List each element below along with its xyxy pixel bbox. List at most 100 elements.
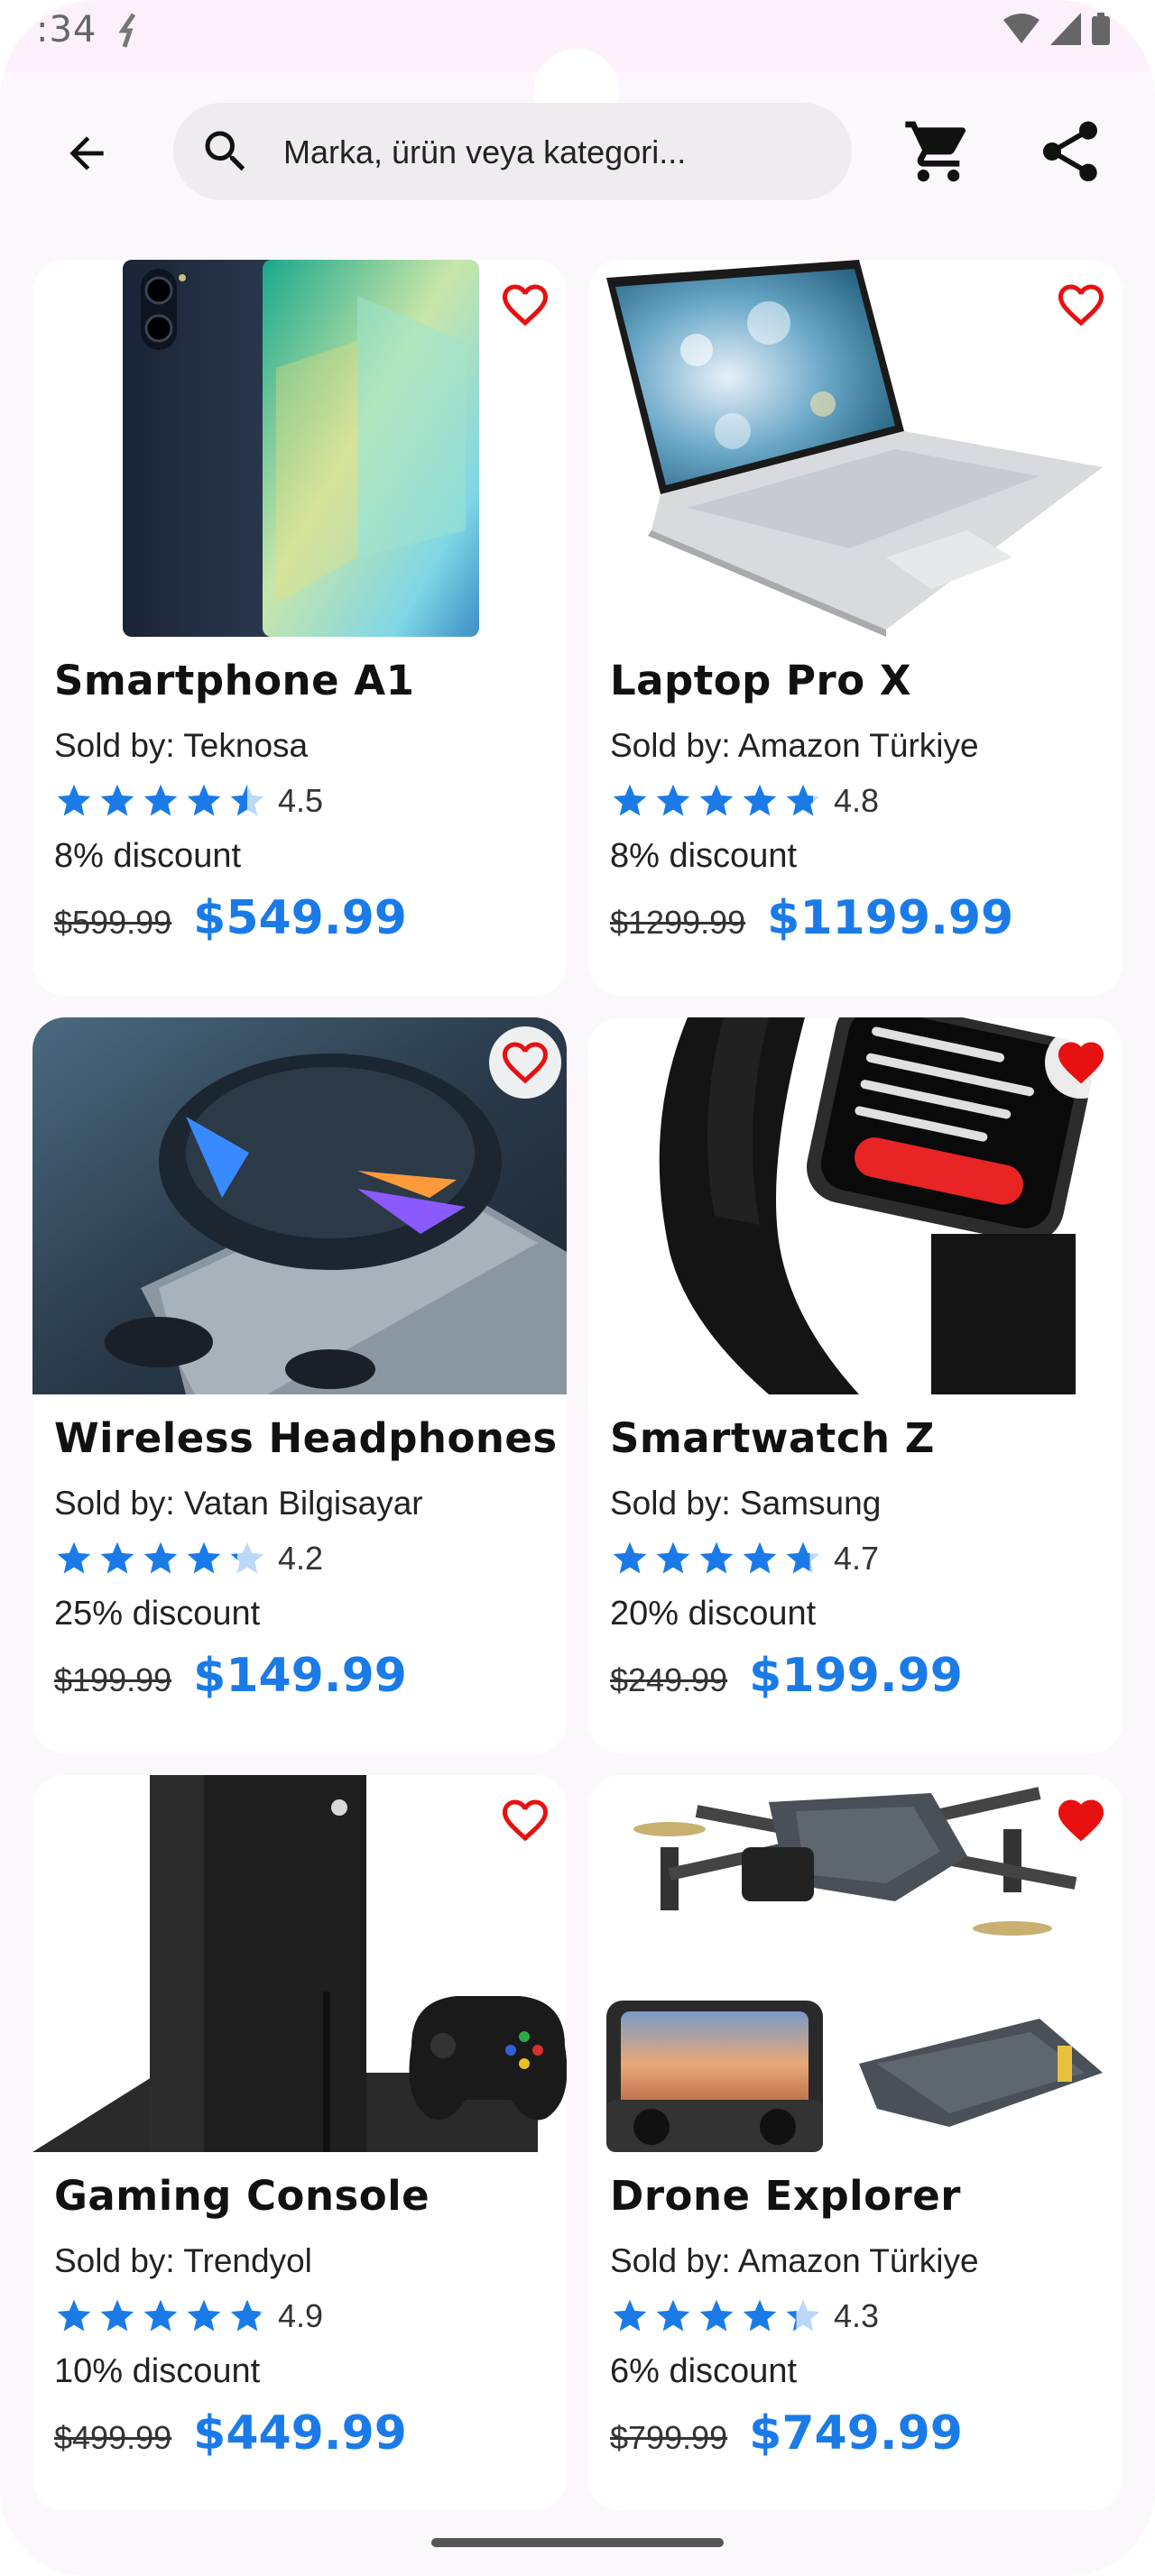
product-title: Wireless Headphones — [54, 1414, 558, 1462]
star-filled-icon — [743, 2299, 777, 2332]
discount-label: 25% discount — [54, 1595, 261, 1633]
sync-icon — [118, 13, 136, 48]
home-indicator[interactable] — [431, 2538, 724, 2547]
favorite-button[interactable] — [489, 1026, 561, 1099]
back-button[interactable] — [52, 119, 121, 188]
product-card-laptop[interactable]: Laptop Pro X Sold by: Amazon Türkiye 4.8… — [588, 260, 1123, 996]
rating-value: 4.7 — [834, 1540, 880, 1577]
star-half-icon — [230, 1541, 264, 1574]
drone-illustration — [588, 1775, 1123, 2152]
star-filled-icon — [656, 1541, 690, 1574]
star-filled-icon — [100, 1541, 134, 1574]
rating-row: 4.8 — [610, 781, 879, 821]
product-title: Smartphone A1 — [54, 657, 415, 704]
star-filled-icon — [100, 2299, 134, 2332]
star-filled-icon — [187, 784, 221, 816]
product-image-headphones[interactable] — [32, 1017, 567, 1394]
product-card-headphones[interactable]: Wireless Headphones Sold by: Vatan Bilgi… — [32, 1017, 567, 1753]
price-row: $249.99 $199.99 — [610, 1649, 963, 1703]
wifi-icon — [1003, 14, 1040, 43]
product-card-smartphone[interactable]: Smartphone A1 Sold by: Teknosa 4.5 8% di… — [32, 260, 567, 996]
discount-label: 6% discount — [610, 2352, 798, 2390]
product-seller: Sold by: Teknosa — [54, 727, 309, 764]
rating-value: 4.2 — [278, 1540, 324, 1577]
product-title: Laptop Pro X — [610, 657, 912, 704]
star-filled-icon — [656, 2299, 690, 2332]
star-filled-icon — [100, 784, 134, 816]
sale-price: $749.99 — [749, 2406, 963, 2461]
original-price: $499.99 — [54, 2419, 172, 2456]
sale-price: $149.99 — [193, 1649, 407, 1703]
heart-outline-icon — [503, 284, 548, 327]
laptop-illustration — [588, 260, 1123, 637]
sale-price: $549.99 — [193, 891, 407, 945]
product-image-laptop[interactable] — [588, 260, 1123, 637]
rating-value: 4.5 — [278, 782, 324, 819]
rating-row: 4.2 — [54, 1539, 323, 1578]
star-filled-icon — [143, 784, 178, 816]
product-image-smartphone[interactable] — [32, 260, 567, 637]
phone-screen: :34 Marka, ürün veya kategori... Smartph… — [0, 0, 1155, 2576]
product-image-gaming-console[interactable] — [32, 1775, 567, 2152]
price-row: $199.99 $149.99 — [54, 1649, 407, 1703]
rating-row: 4.5 — [54, 781, 323, 821]
star-filled-icon — [699, 1541, 734, 1574]
price-row: $1299.99 $1199.99 — [610, 891, 1013, 945]
star-filled-icon — [187, 1541, 221, 1574]
rating-row: 4.9 — [54, 2296, 323, 2336]
rating-value: 4.8 — [834, 782, 880, 819]
search-bar[interactable] — [173, 103, 852, 202]
star-filled-icon — [613, 1541, 647, 1574]
search-input[interactable] — [282, 103, 827, 202]
favorite-button[interactable] — [1045, 1784, 1117, 1856]
product-title: Gaming Console — [54, 2172, 430, 2220]
star-filled-icon — [613, 784, 647, 816]
star-filled-icon — [656, 784, 690, 816]
headphones-illustration — [32, 1017, 567, 1394]
arrow-back-icon — [69, 136, 104, 170]
favorite-button[interactable] — [489, 269, 561, 341]
shopping-cart-icon — [905, 121, 966, 182]
favorite-button[interactable] — [1045, 269, 1117, 341]
star-filled-icon — [143, 1541, 178, 1574]
cart-button[interactable] — [902, 115, 975, 188]
product-card-drone[interactable]: Drone Explorer Sold by: Amazon Türkiye 4… — [588, 1775, 1123, 2511]
discount-label: 8% discount — [54, 837, 242, 875]
smartwatch-illustration — [588, 1017, 1123, 1394]
star-filled-icon — [613, 2299, 647, 2332]
star-half-icon — [230, 2299, 264, 2332]
rating-value: 4.9 — [278, 2297, 324, 2334]
star-filled-icon — [699, 2299, 734, 2332]
price-row: $799.99 $749.99 — [610, 2406, 963, 2461]
gaming-console-illustration — [32, 1775, 567, 2152]
heart-outline-icon — [503, 1799, 548, 1842]
product-seller: Sold by: Trendyol — [54, 2242, 312, 2279]
product-card-smartwatch[interactable]: Smartwatch Z Sold by: Samsung 4.7 20% di… — [588, 1017, 1123, 1753]
star-half-icon — [786, 1541, 820, 1574]
star-filled-icon — [743, 784, 777, 816]
product-card-gaming-console[interactable]: Gaming Console Sold by: Trendyol 4.9 10%… — [32, 1775, 567, 2511]
discount-label: 8% discount — [610, 837, 798, 875]
product-image-smartwatch[interactable] — [588, 1017, 1123, 1394]
favorite-button[interactable] — [489, 1784, 561, 1856]
original-price: $1299.99 — [610, 904, 746, 941]
product-title: Smartwatch Z — [610, 1414, 935, 1462]
rating-row: 4.7 — [610, 1539, 879, 1578]
original-price: $799.99 — [610, 2419, 728, 2456]
favorite-button[interactable] — [1045, 1026, 1117, 1099]
sale-price: $1199.99 — [767, 891, 1014, 945]
rating-value: 4.3 — [834, 2297, 880, 2334]
star-half-icon — [230, 784, 264, 816]
smartphone-illustration — [32, 260, 567, 637]
original-price: $249.99 — [610, 1661, 728, 1698]
heart-filled-icon — [1058, 1799, 1104, 1842]
product-title: Drone Explorer — [610, 2172, 961, 2220]
star-filled-icon — [143, 2299, 178, 2332]
product-image-drone[interactable] — [588, 1775, 1123, 2152]
sale-price: $449.99 — [193, 2406, 407, 2461]
share-button[interactable] — [1034, 115, 1106, 188]
discount-label: 10% discount — [54, 2352, 261, 2390]
rating-row: 4.3 — [610, 2296, 879, 2336]
sale-price: $199.99 — [749, 1649, 963, 1703]
star-filled-icon — [743, 1541, 777, 1574]
